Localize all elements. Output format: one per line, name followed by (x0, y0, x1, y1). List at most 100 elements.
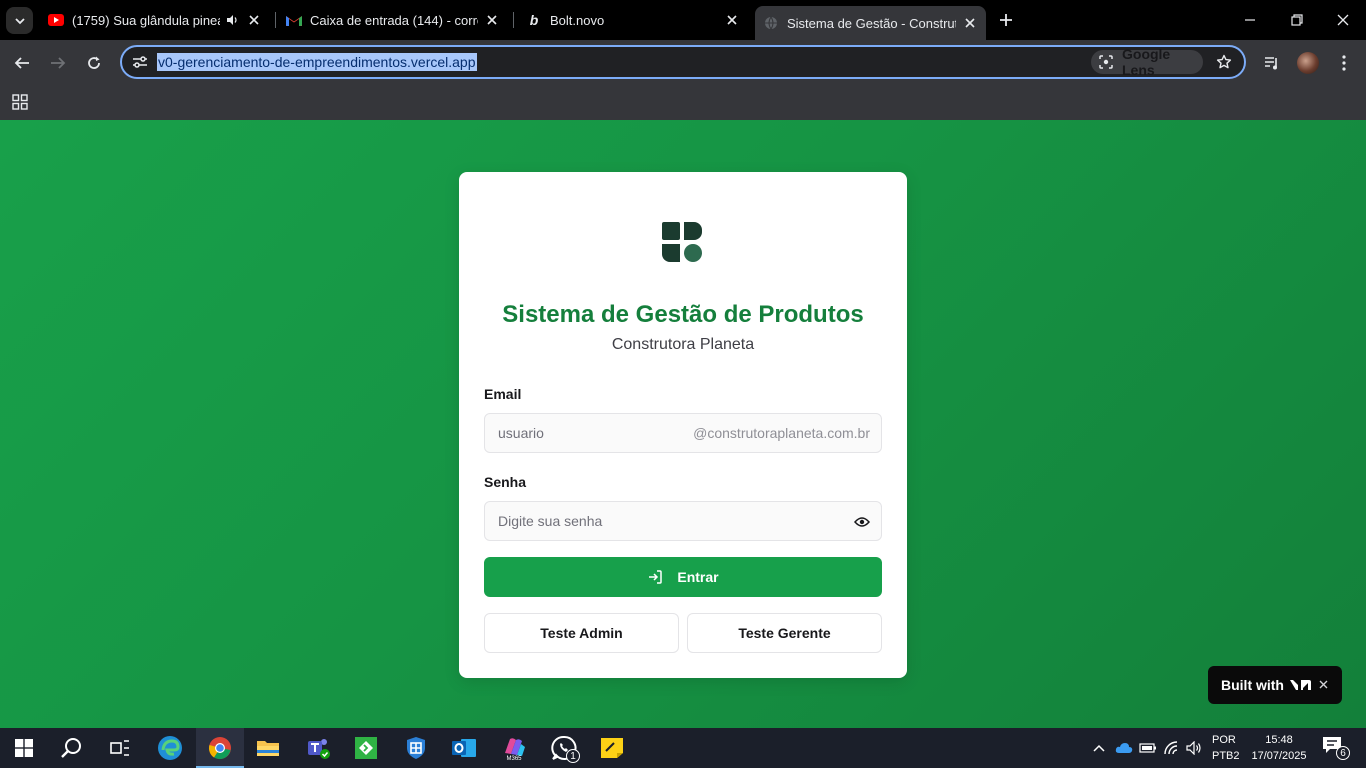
edge-icon (158, 736, 182, 760)
notification-count: 6 (1336, 746, 1350, 760)
login-button-label: Entrar (677, 569, 719, 585)
close-icon[interactable] (1316, 677, 1330, 691)
plus-icon (1000, 14, 1012, 26)
outlook-icon (452, 739, 476, 757)
restore-button[interactable] (1285, 8, 1309, 32)
chrome-menu-button[interactable] (1332, 51, 1356, 75)
google-lens-button[interactable]: Google Lens (1091, 46, 1203, 78)
tab-bolt[interactable]: b Bolt.novo (518, 0, 748, 40)
address-bar[interactable]: v0-gerenciamento-de-empreendimentos.verc… (120, 45, 1246, 79)
task-view-button[interactable] (96, 728, 144, 768)
chevron-up-icon (1093, 744, 1105, 752)
wifi-tray[interactable] (1161, 728, 1183, 768)
search-button[interactable] (48, 728, 96, 768)
email-field[interactable]: usuario @construtoraplaneta.com.br (484, 413, 882, 453)
tab-title: Caixa de entrada (144) - correto (310, 12, 478, 28)
shield-icon (407, 737, 425, 759)
eye-icon[interactable] (853, 513, 871, 531)
reload-button[interactable] (82, 51, 106, 75)
media-control-button[interactable] (1260, 51, 1284, 75)
start-button[interactable] (0, 728, 48, 768)
minimize-button[interactable] (1238, 8, 1262, 32)
email-placeholder: usuario (498, 425, 544, 441)
site-info-icon[interactable] (128, 51, 152, 73)
tab-separator (275, 12, 276, 28)
tab-sistema-gestao[interactable]: Sistema de Gestão - Construtora (755, 6, 986, 40)
password-field[interactable]: Digite sua senha (484, 501, 882, 541)
volume-tray[interactable] (1183, 728, 1205, 768)
arrow-right-icon (51, 57, 66, 69)
close-icon[interactable] (246, 12, 262, 28)
bolt-icon: b (529, 12, 539, 28)
tab-separator (513, 12, 514, 28)
page-title: Sistema de Gestão de Produtos (502, 301, 864, 328)
taskbar-green-app[interactable] (342, 728, 390, 768)
new-tab-button[interactable] (996, 10, 1016, 30)
built-with-v0-badge[interactable]: Built with (1208, 666, 1342, 704)
taskbar-teams[interactable] (294, 728, 342, 768)
globe-icon (763, 15, 779, 31)
taskbar-file-explorer[interactable] (244, 728, 292, 768)
tab-strip: (1759) Sua glândula pineal é Caixa de en… (0, 0, 1366, 40)
taskbar-clock[interactable]: 15:48 17/07/2025 (1249, 732, 1309, 764)
taskbar-edge[interactable] (146, 728, 194, 768)
apps-button[interactable] (10, 92, 30, 112)
keyboard-layout: PTB2 (1212, 750, 1240, 762)
battery-tray[interactable] (1137, 728, 1159, 768)
close-icon[interactable] (484, 12, 500, 28)
task-view-icon (110, 740, 129, 756)
test-manager-button[interactable]: Teste Gerente (687, 613, 882, 653)
music-queue-icon (1265, 57, 1277, 70)
m365-icon: M365 (505, 738, 525, 761)
tab-title: Sistema de Gestão - Construtora (787, 15, 956, 31)
profile-avatar[interactable] (1297, 52, 1319, 74)
show-hidden-icons-button[interactable] (1088, 728, 1110, 768)
close-icon[interactable] (724, 12, 740, 28)
url-text[interactable]: v0-gerenciamento-de-empreendimentos.verc… (157, 53, 477, 71)
restore-icon (1291, 14, 1303, 26)
star-icon (1216, 54, 1232, 69)
whatsapp-unread-badge: 1 (566, 749, 580, 763)
forward-button[interactable] (46, 51, 70, 75)
built-with-label: Built with (1221, 677, 1284, 693)
google-lens-label: Google Lens (1122, 46, 1171, 78)
tab-search-button[interactable] (6, 7, 33, 34)
test-admin-button[interactable]: Teste Admin (484, 613, 679, 653)
test-admin-label: Teste Admin (540, 625, 623, 641)
onedrive-tray[interactable] (1112, 728, 1136, 768)
clock-time: 15:48 (1265, 734, 1293, 746)
speaker-icon (1186, 741, 1201, 755)
login-card: Sistema de Gestão de Produtos Construtor… (459, 172, 907, 678)
cloud-icon (1115, 743, 1133, 753)
tab-title: Bolt.novo (550, 12, 605, 28)
apps-grid-icon (12, 94, 28, 110)
diamond-arrow-icon (355, 737, 377, 759)
taskbar-m365[interactable]: M365 (490, 728, 538, 768)
taskbar-defender[interactable] (392, 728, 440, 768)
back-button[interactable] (10, 51, 34, 75)
teams-icon (308, 739, 330, 759)
youtube-icon (48, 12, 64, 28)
taskbar-outlook[interactable] (440, 728, 488, 768)
notification-center-button[interactable]: 6 (1322, 736, 1350, 760)
taskbar-whatsapp[interactable]: 1 (540, 728, 588, 768)
test-manager-label: Teste Gerente (738, 625, 831, 641)
password-placeholder: Digite sua senha (498, 513, 603, 529)
input-language-indicator[interactable]: POR PTB2 (1212, 732, 1244, 764)
tab-gmail[interactable]: Caixa de entrada (144) - correto (278, 0, 508, 40)
tab-youtube[interactable]: (1759) Sua glândula pineal é (40, 0, 270, 40)
taskbar-sticky-notes[interactable] (588, 728, 636, 768)
bookmark-star-button[interactable] (1213, 51, 1235, 73)
close-icon[interactable] (962, 15, 978, 31)
chevron-down-icon (14, 17, 25, 24)
bookmarks-bar (0, 86, 1366, 120)
login-button[interactable]: Entrar (484, 557, 882, 597)
page-background: Sistema de Gestão de Produtos Construtor… (0, 120, 1366, 728)
company-logo-icon (662, 222, 702, 262)
taskbar-chrome[interactable] (196, 728, 244, 768)
speaker-icon[interactable] (224, 12, 240, 28)
tab-title: (1759) Sua glândula pineal é (72, 12, 220, 28)
company-name: Construtora Planeta (611, 336, 755, 353)
close-window-button[interactable] (1331, 8, 1355, 32)
arrow-left-icon (14, 57, 29, 69)
